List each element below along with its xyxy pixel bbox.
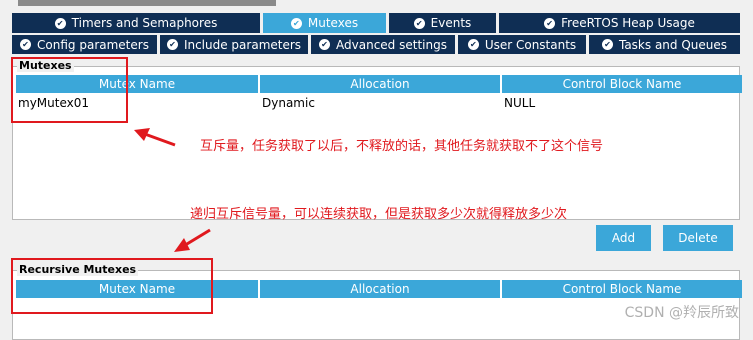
annotation-note-mutex: 互斥量，任务获取了以后，不释放的话，其他任务就获取不了这个信号 <box>200 139 604 154</box>
arrow-icon-2 <box>174 228 211 252</box>
annotation-note-recursive: 递归互斥信号量，可以连续获取，但是获取多少次就得释放多少次 <box>190 207 568 222</box>
arrow-icon-1 <box>134 128 176 147</box>
annotation-arrows <box>134 128 211 252</box>
watermark: CSDN @羚辰所致 <box>624 305 739 321</box>
